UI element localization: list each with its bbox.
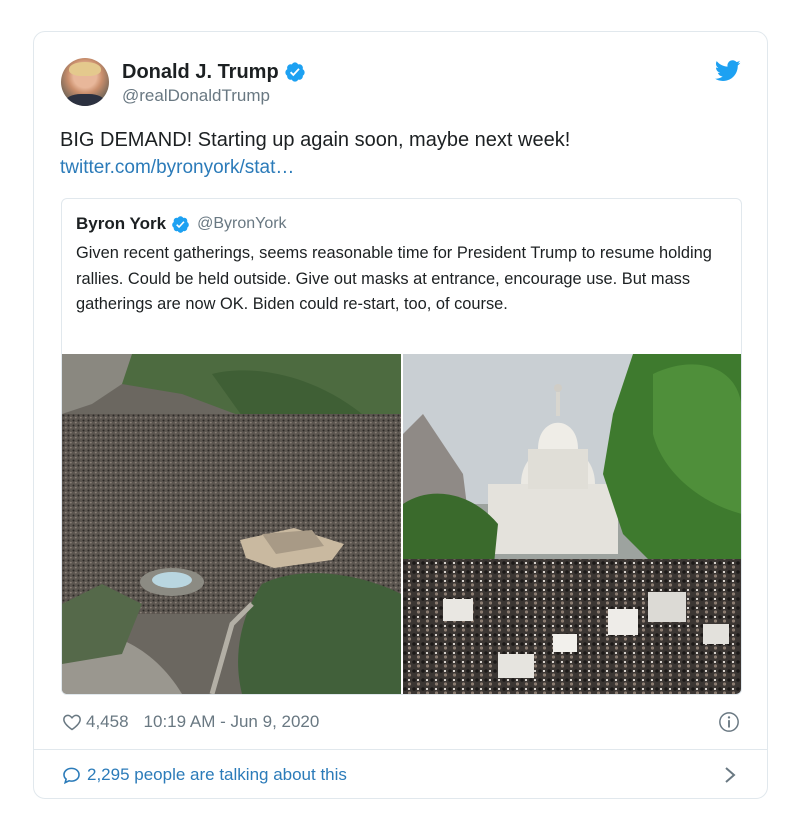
info-icon[interactable] [718, 711, 740, 733]
author-display-name[interactable]: Donald J. Trump [122, 61, 279, 84]
quoted-display-name: Byron York [76, 214, 167, 233]
verified-badge-icon [172, 215, 189, 233]
tweet-card: Donald J. Trump @realDonaldTrump BIG DEM… [33, 31, 768, 799]
chevron-right-icon[interactable] [723, 766, 737, 784]
talking-about-text[interactable]: 2,295 people are talking about this [87, 765, 347, 785]
heart-icon[interactable] [62, 712, 82, 732]
aerial-crowd-photo[interactable] [62, 354, 401, 694]
verified-badge-icon [285, 62, 305, 82]
quoted-photos [62, 354, 741, 694]
divider [34, 749, 767, 750]
tweet-text: BIG DEMAND! Starting up again soon, mayb… [60, 129, 571, 151]
avatar[interactable] [61, 58, 109, 106]
tweet-timestamp[interactable]: 10:19 AM - Jun 9, 2020 [144, 712, 320, 732]
quoted-text: Given recent gatherings, seems reasonabl… [76, 244, 712, 313]
twitter-bird-icon[interactable] [715, 60, 741, 82]
quoted-handle: @ByronYork [197, 215, 287, 232]
tweet-meta: 4,458 10:19 AM - Jun 9, 2020 [62, 710, 319, 734]
quoted-author-row: Byron York @ByronYork [76, 213, 287, 235]
talking-about-link[interactable]: 2,295 people are talking about this [62, 763, 347, 787]
tweet-link[interactable]: twitter.com/byronyork/stat… [60, 157, 294, 179]
like-count[interactable]: 4,458 [86, 712, 129, 732]
author-handle[interactable]: @realDonaldTrump [122, 86, 270, 106]
quoted-tweet[interactable]: Byron York @ByronYork Given recent gathe… [61, 198, 742, 695]
author-name-row[interactable]: Donald J. Trump [122, 60, 306, 84]
speech-bubble-icon [63, 767, 80, 784]
capitol-crowd-photo[interactable] [402, 354, 741, 694]
